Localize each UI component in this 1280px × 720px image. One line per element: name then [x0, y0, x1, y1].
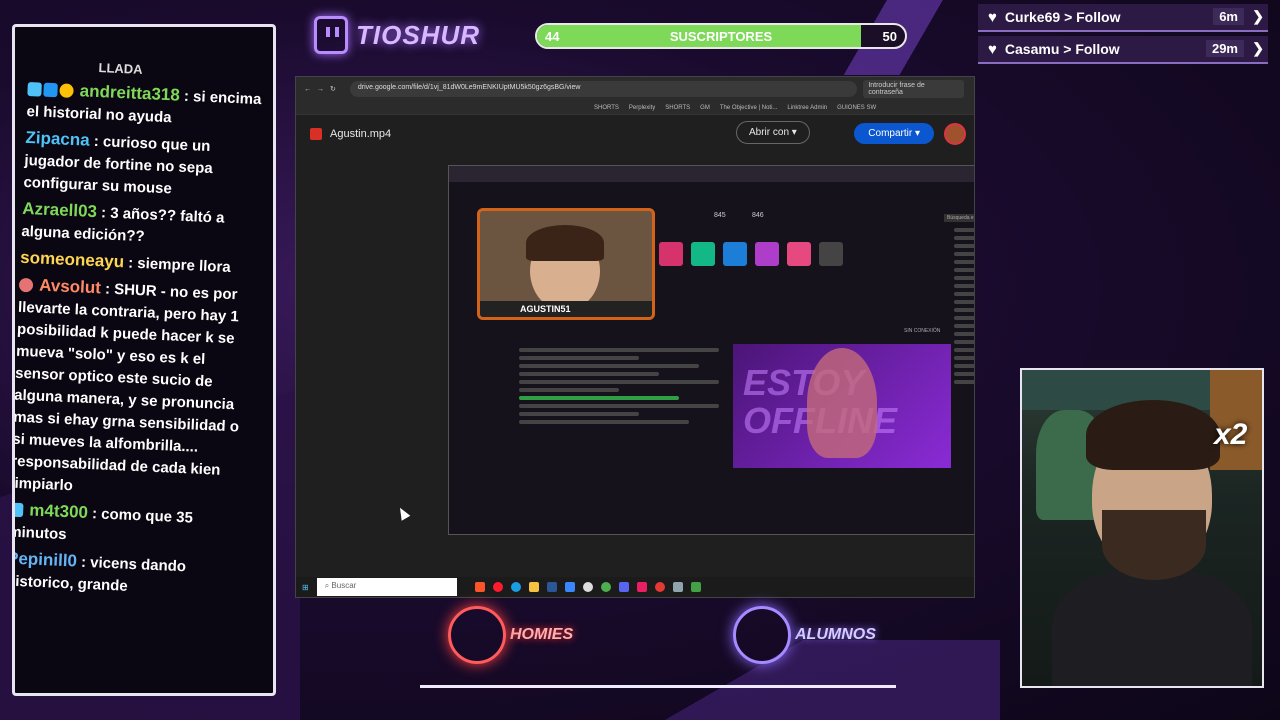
forward-icon[interactable]: →: [317, 86, 324, 93]
twitch-icon: [314, 16, 348, 54]
mask-icon: [448, 606, 506, 664]
inner-search: Búsqueda en Panel de control: [944, 214, 974, 222]
discord-icon[interactable]: [618, 582, 629, 592]
inner-browser-bar: [449, 166, 974, 182]
badge-icon: [18, 277, 34, 293]
badge-icon: [27, 81, 42, 97]
brave-icon[interactable]: [474, 582, 485, 592]
channel-logo: TIOSHUR: [314, 16, 480, 54]
chat-text: : siempre llora: [127, 254, 232, 276]
inner-action-buttons: [659, 242, 843, 266]
chat-message: Zipacna : curioso que un jugador de fort…: [23, 127, 266, 204]
chat-text: : SHUR - no es por llevarte la contraria…: [12, 280, 240, 495]
open-with-button[interactable]: Abrir con ▾: [736, 121, 810, 144]
reload-icon[interactable]: ↻: [330, 85, 336, 93]
badge-icon: [59, 83, 74, 98]
app-icon[interactable]: [654, 582, 665, 592]
subs-goal-bar: 44 SUSCRIPTORES 50: [535, 23, 907, 49]
x2-badge: x2: [1214, 418, 1248, 451]
bookmark[interactable]: Linktree Admin: [787, 105, 827, 111]
video-player[interactable]: AGUSTIN51 845 846 Búsqueda en Panel de c…: [448, 165, 974, 535]
bookmark[interactable]: SHORTS: [594, 105, 619, 111]
chat-message: andreitta318 : si encima el historial no…: [26, 78, 268, 133]
folder-icon[interactable]: [528, 582, 539, 592]
inner-webcam: AGUSTIN51: [477, 208, 655, 320]
chrome-icon[interactable]: [600, 582, 611, 592]
chat-message: Azraell03 : 3 años?? faltó a alguna edic…: [21, 198, 263, 253]
chat-username[interactable]: m4t300: [29, 500, 88, 522]
obs-icon[interactable]: [582, 582, 593, 592]
app-icon[interactable]: [672, 582, 683, 592]
windows-icon[interactable]: ⊞: [302, 583, 309, 592]
store-icon[interactable]: [546, 582, 557, 592]
drive-toolbar: Agustin.mp4 Abrir con ▾ Compartir ▾: [296, 115, 974, 153]
back-icon[interactable]: ←: [304, 86, 311, 93]
app-icon[interactable]: [636, 582, 647, 592]
follow-alert: ♥ Curke69 > Follow 6m ❯: [978, 4, 1268, 32]
chat-message: m4t300 : como que 35 minutos: [15, 499, 249, 554]
chat-username[interactable]: Zipacna: [25, 128, 90, 150]
subs-label: SUSCRIPTORES: [669, 29, 773, 44]
heart-icon: ♥: [988, 8, 997, 26]
chat-username[interactable]: Pepinill0: [15, 549, 77, 571]
file-name: Agustin.mp4: [330, 128, 392, 140]
inner-stat: 846: [752, 212, 764, 219]
bookmark[interactable]: GUIONES SW: [837, 105, 876, 111]
follow-action: > Follow: [1063, 41, 1120, 57]
browser-toolbar: ← → ↻ drive.google.com/file/d/1vj_81dW0L…: [296, 77, 974, 101]
app-icon[interactable]: [564, 582, 575, 592]
alumnos-logo: ALUMNOS: [733, 606, 876, 664]
avatar[interactable]: [944, 123, 966, 145]
chat-username[interactable]: Azraell03: [22, 199, 97, 221]
follow-user: Casamu: [1004, 41, 1060, 57]
follow-user: Curke69: [1004, 9, 1061, 25]
edge-icon[interactable]: [510, 582, 521, 592]
windows-taskbar: ⊞ ⌕ Buscar: [296, 577, 974, 597]
streamer-webcam: x2: [1020, 368, 1264, 688]
subs-goal: 50: [882, 29, 897, 44]
chat-messages: LLADA andreitta318 : si encima el histor…: [12, 57, 269, 607]
follow-alert: ♥ Casamu > Follow 29m ❯: [978, 36, 1268, 64]
inner-streamer-tag: AGUSTIN51: [480, 301, 652, 317]
bookmarks-bar: SHORTS Perplexity SHORTS GM The Objectiv…: [296, 101, 974, 115]
channel-name: TIOSHUR: [356, 19, 480, 50]
app-icon[interactable]: [690, 582, 701, 592]
inner-stat: 845: [714, 212, 726, 219]
heart-icon: ♥: [988, 40, 997, 58]
video-file-icon: [310, 128, 322, 140]
bookmark[interactable]: SHORTS: [665, 105, 690, 111]
chat-username[interactable]: andreitta318: [79, 81, 180, 104]
chat-message: Pepinill0 : vicens dando historico, gran…: [15, 548, 247, 603]
share-button[interactable]: Compartir ▾: [854, 123, 934, 144]
bookmark[interactable]: Perplexity: [629, 105, 655, 111]
chevron-right-icon: ❯: [1252, 8, 1264, 24]
bookmark[interactable]: The Objective | Noti...: [720, 105, 778, 111]
follow-time: 29m: [1205, 40, 1244, 57]
badge-icon: [15, 502, 24, 518]
inner-status: SIN CONEXIÓN: [904, 328, 941, 334]
homies-label: HOMIES: [510, 626, 574, 643]
chat-username[interactable]: Avsolut: [39, 276, 101, 298]
inner-chat: [519, 344, 719, 494]
badge-icon: [43, 82, 58, 98]
screen-share: ← → ↻ drive.google.com/file/d/1vj_81dW0L…: [295, 76, 975, 598]
chat-panel: LLADA andreitta318 : si encima el histor…: [12, 24, 276, 696]
taskbar-search[interactable]: ⌕ Buscar: [316, 578, 457, 596]
alumnos-label: ALUMNOS: [795, 626, 876, 643]
offline-screen: ESTOY OFFLINE: [733, 344, 951, 468]
follow-time: 6m: [1213, 8, 1244, 25]
follow-action: > Follow: [1064, 9, 1121, 25]
password-hint[interactable]: Introducir frase de contraseña: [863, 80, 964, 98]
chat-username[interactable]: someoneayu: [20, 248, 125, 272]
divider: [420, 685, 896, 688]
mask-icon: [733, 606, 791, 664]
bookmark[interactable]: GM: [700, 105, 710, 111]
inner-activity-feed: [954, 224, 974, 504]
chevron-right-icon: ❯: [1252, 40, 1264, 56]
chat-message: Avsolut : SHUR - no es por llevarte la c…: [12, 274, 259, 505]
homies-logo: HOMIES: [448, 606, 573, 664]
address-bar[interactable]: drive.google.com/file/d/1vj_81dW0Le9mENK…: [349, 81, 858, 97]
opera-icon[interactable]: [492, 582, 503, 592]
